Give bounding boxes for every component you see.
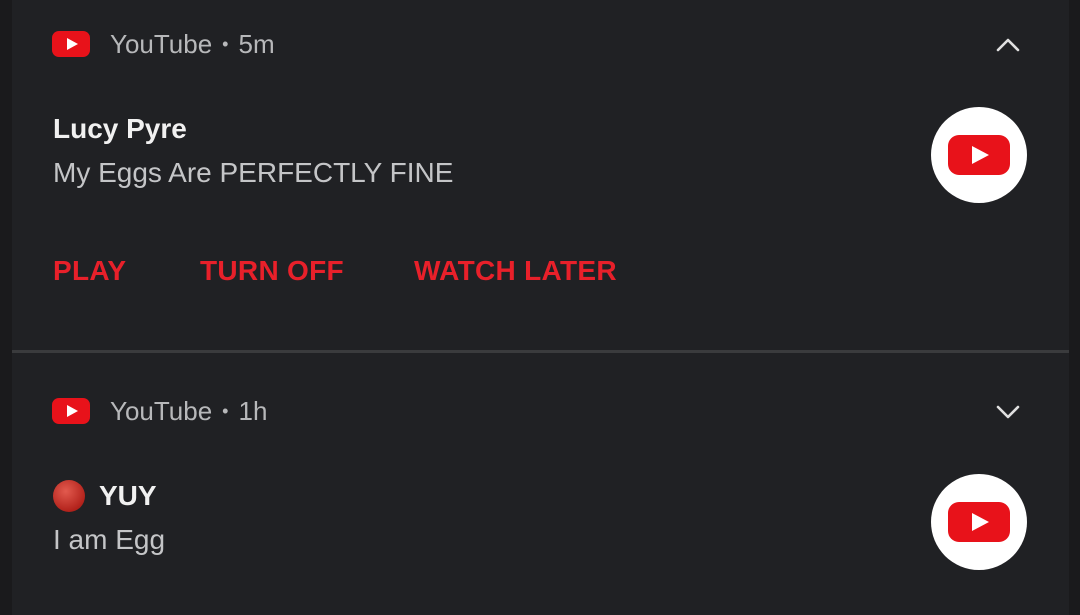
notification-card-1[interactable]: YouTube • 5m Lucy Pyre My Eggs Are PERFE… <box>12 0 1069 350</box>
separator-dot: • <box>222 33 229 54</box>
play-button[interactable]: PLAY <box>53 255 126 287</box>
notification-body: My Eggs Are PERFECTLY FINE <box>53 157 454 188</box>
notification-title: Lucy Pyre <box>53 113 187 144</box>
chevron-up-icon[interactable] <box>995 32 1021 58</box>
app-name: YouTube <box>110 395 213 426</box>
turn-off-button[interactable]: TURN OFF <box>200 255 344 287</box>
notification-header: YouTube • 1h <box>52 395 267 427</box>
notification-time: 5m <box>238 28 275 59</box>
youtube-app-icon <box>52 31 90 57</box>
notification-title: YUY <box>53 480 157 512</box>
chevron-down-icon[interactable] <box>995 399 1021 425</box>
notification-title-text: YUY <box>99 480 157 511</box>
red-circle-emoji-icon <box>53 480 85 512</box>
notification-time: 1h <box>238 395 268 426</box>
youtube-logo-icon <box>931 107 1027 203</box>
watch-later-button[interactable]: WATCH LATER <box>414 255 617 287</box>
separator-dot: • <box>222 400 229 421</box>
notification-header: YouTube • 5m <box>52 28 275 60</box>
notification-card-2[interactable]: YouTube • 1h YUY I am Egg <box>12 353 1069 615</box>
youtube-app-icon <box>52 398 90 424</box>
app-name: YouTube <box>110 28 213 59</box>
notification-shade: YouTube • 5m Lucy Pyre My Eggs Are PERFE… <box>0 0 1080 615</box>
notification-body: I am Egg <box>53 524 166 555</box>
youtube-logo-icon <box>931 474 1027 570</box>
